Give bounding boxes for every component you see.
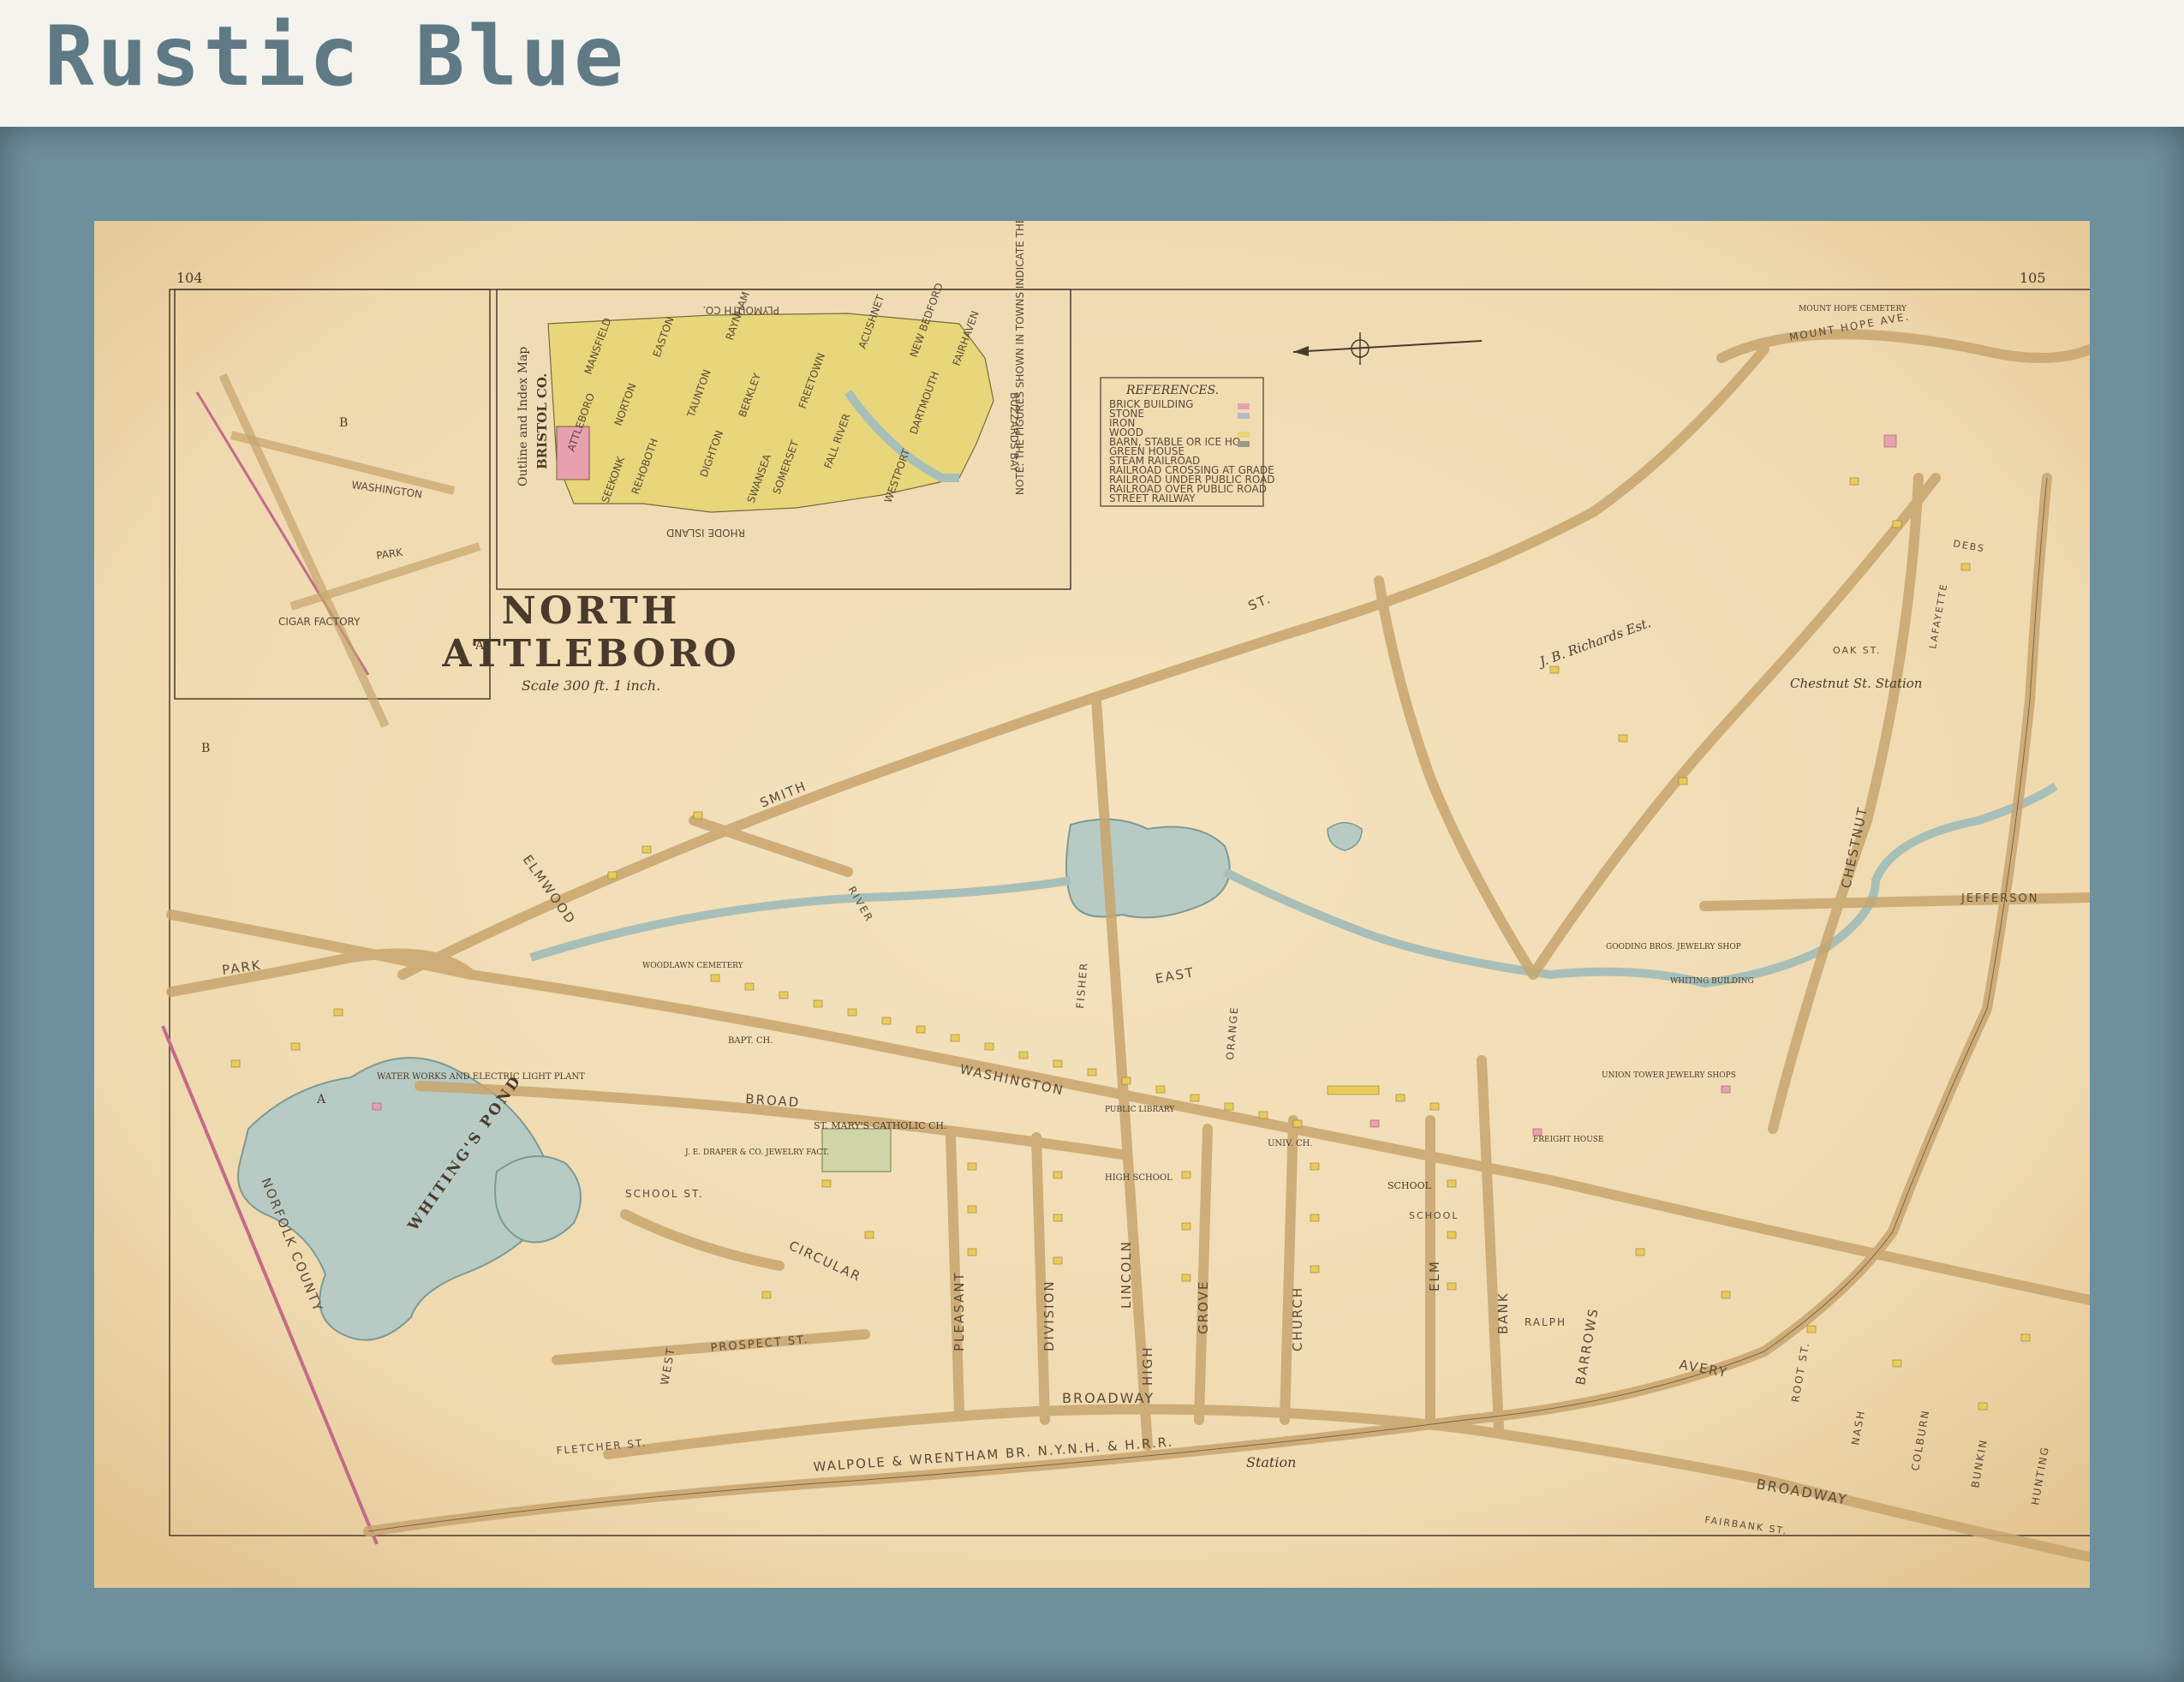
label-union-tower: UNION TOWER JEWELRY SHOPS [1602,1071,1736,1080]
street-label-grove: GROVE [1196,1280,1211,1334]
label-gooding-bros: GOODING BROS. JEWELRY SHOP [1606,943,1741,951]
label-public-library: PUBLIC LIBRARY [1105,1106,1175,1114]
street-label-school-st: SCHOOL ST. [625,1188,704,1200]
map-scale: Scale 300 ft. 1 inch. [522,677,660,694]
frame-banner: Rustic Blue [0,0,2184,127]
ref-item: STREET RAILWAY [1109,492,1196,504]
label-freight-house: FREIGHT HOUSE [1533,1136,1604,1144]
pond-small [494,1155,582,1244]
map-title-north: NORTH [502,589,681,633]
street-label-pleasant: PLEASANT [952,1271,967,1351]
label-chestnut-station: Chestnut St. Station [1790,676,1922,691]
street-label-church: CHURCH [1290,1286,1305,1351]
label-station: Station [1246,1454,1296,1470]
edge-letter: B [339,416,348,430]
street-label-ralph: RALPH [1525,1316,1566,1328]
label-whiting-building: WHITING BUILDING [1670,977,1754,986]
street-label-elm: ELM [1427,1260,1442,1291]
inset-title: Outline and Index Map [516,347,530,486]
street-label-broadway-west: BROADWAY [1062,1390,1155,1406]
street-label-lincoln: LINCOLN [1119,1240,1134,1309]
street-label-high: HIGH [1140,1345,1155,1386]
label-water-works: WATER WORKS AND ELECTRIC LIGHT PLANT [377,1072,585,1082]
street-label-school: SCHOOL [1409,1210,1459,1221]
street-label-jefferson: JEFFERSON [1960,892,2038,905]
map-title-attleboro: ATTLEBORO [441,632,739,676]
edge-letter: B [201,742,210,755]
edge-letter: A [316,1093,326,1106]
st-marys-lot [821,1128,892,1172]
label-st-marys: ST. MARY'S CATHOLIC CH. [814,1120,947,1131]
page-number-right: 105 [2020,270,2046,286]
label-school: SCHOOL [1387,1180,1432,1191]
label-mount-hope-cemetery: MOUNT HOPE CEMETERY [1799,305,1907,313]
inset-county: BRISTOL CO. [534,373,550,469]
inset-edge-buzzards: BUZZARDS BAY [1008,392,1020,473]
label-high-school: HIGH SCHOOL [1105,1173,1173,1183]
label-woodlawn-cemetery: WOODLAWN CEMETERY [642,962,744,970]
page-number-left: 104 [176,270,203,286]
references-legend: REFERENCES. BRICK BUILDING STONE IRON WO… [1100,377,1275,507]
edge-letter: A [474,639,485,653]
street-label-oak: OAK ST. [1833,645,1882,656]
inset-edge-rhode-island: RHODE ISLAND [666,527,745,539]
frame-style-title: Rustic Blue [45,9,627,104]
map-canvas: 104 105 WASHINGTON PARK CIGAR FACTORY Ou… [94,221,2090,1588]
street-label-division: DIVISION [1041,1279,1057,1351]
label-univ-church: UNIV. CH. [1268,1139,1313,1148]
inset-label-cigar: CIGAR FACTORY [278,616,361,628]
street-label-bank: BANK [1495,1291,1511,1334]
references-title: REFERENCES. [1125,384,1219,397]
label-bapt-church: BAPT. CH. [728,1036,773,1046]
map-sheet: 104 105 WASHINGTON PARK CIGAR FACTORY Ou… [94,221,2090,1588]
mill-pond [1065,818,1231,919]
label-draper-factory: J. E. DRAPER & CO. JEWELRY FACT. [684,1148,829,1157]
